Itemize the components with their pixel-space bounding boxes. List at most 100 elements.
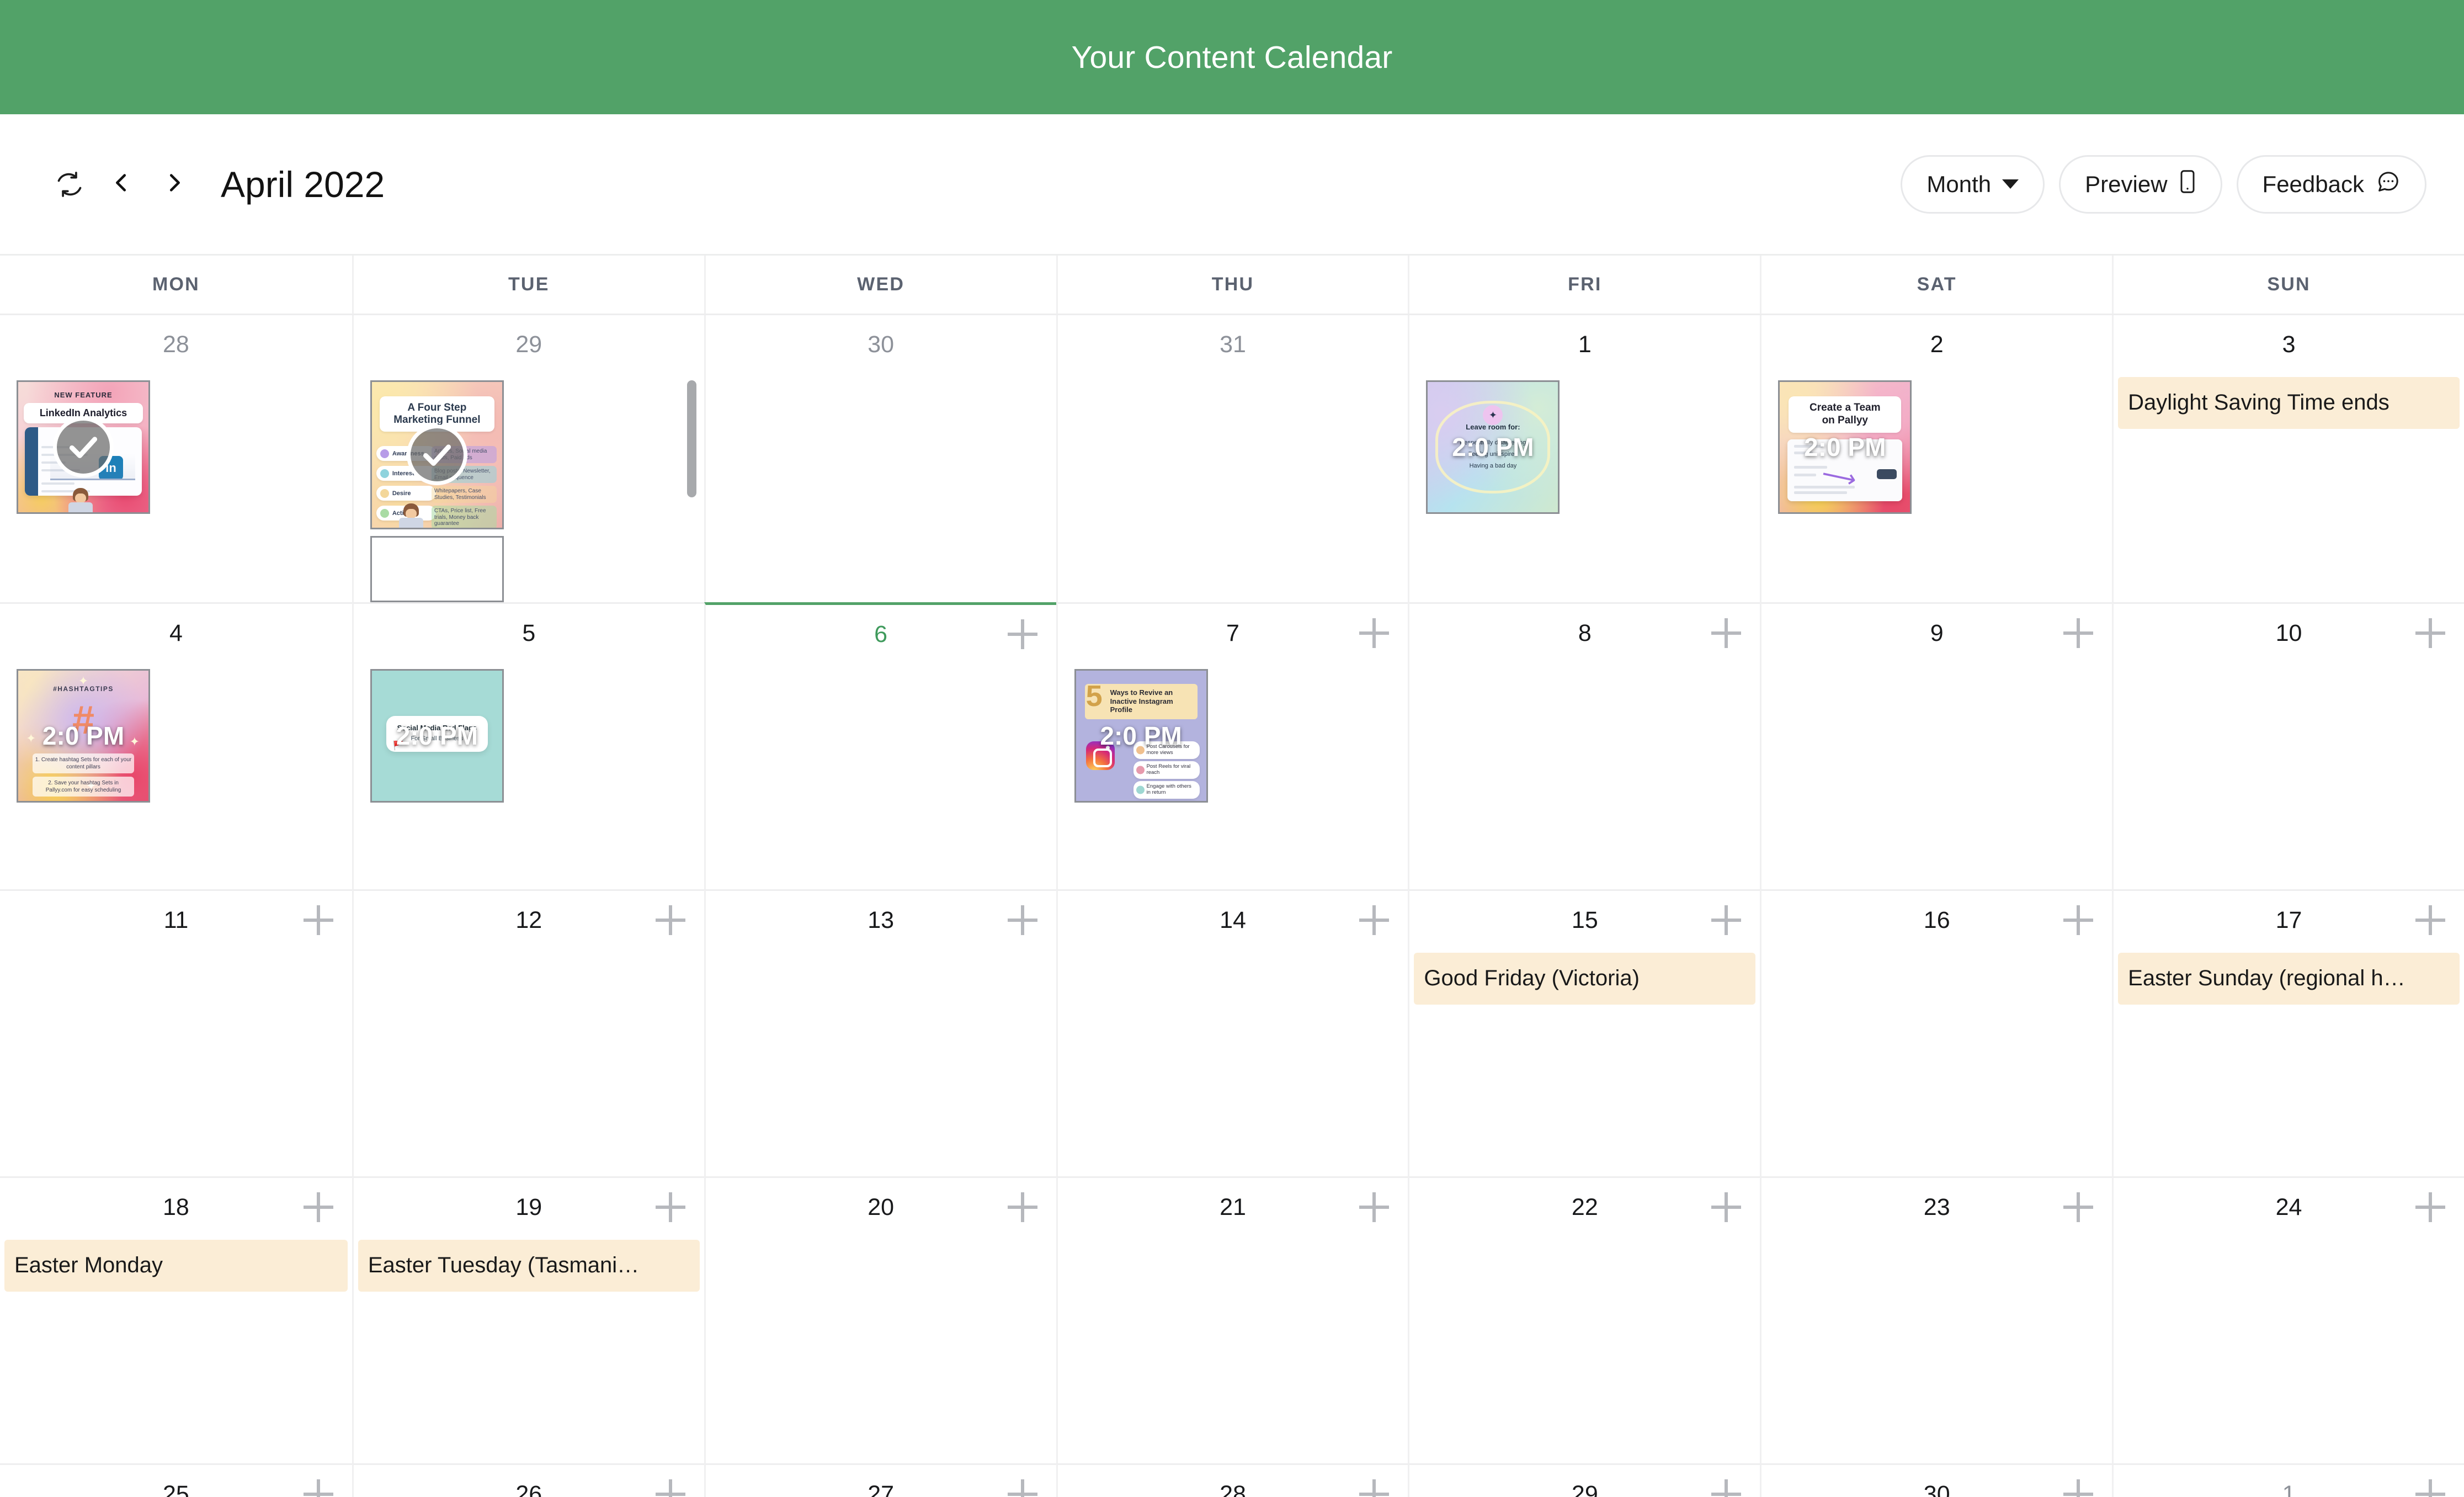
calendar-day-cell[interactable]: 3 Daylight Saving Time ends — [2112, 315, 2464, 602]
calendar-day-cell[interactable]: 28 — [1056, 1463, 1408, 1497]
published-check-badge — [406, 424, 467, 485]
holiday-event-chip[interactable]: Easter Sunday (regional h… — [2118, 953, 2460, 1005]
calendar-day-cell[interactable]: 24 — [2112, 1176, 2464, 1463]
add-post-icon[interactable] — [1359, 1192, 1390, 1222]
day-cell-scrollbar[interactable] — [686, 380, 696, 497]
preview-button[interactable]: Preview — [2059, 155, 2222, 214]
calendar-day-cell[interactable]: 17 Easter Sunday (regional h… — [2112, 889, 2464, 1176]
calendar-day-cell[interactable]: 8 — [1408, 602, 1760, 889]
scheduled-post-thumbnail[interactable]: A Four StepMarketing FunnelAwarenessArti… — [370, 380, 504, 529]
scheduled-post-thumbnail[interactable]: NEW FEATURELinkedIn Analyticsin — [17, 380, 150, 514]
add-post-icon[interactable] — [655, 1192, 685, 1222]
calendar-day-cell[interactable]: 18 Easter Monday — [0, 1176, 352, 1463]
calendar-day-cell[interactable]: 31 — [1056, 315, 1408, 602]
calendar-day-cell[interactable]: 15 Good Friday (Victoria) — [1408, 889, 1760, 1176]
add-post-icon[interactable] — [1711, 618, 1742, 648]
calendar-day-cell[interactable]: 5 Social Media Red Flags For Small Busines… — [352, 602, 704, 889]
day-cell-body: A Four StepMarketing FunnelAwarenessArti… — [354, 380, 704, 602]
calendar-day-cell[interactable]: 21 — [1056, 1176, 1408, 1463]
add-post-icon[interactable] — [1007, 1479, 1037, 1497]
scheduled-post-thumbnail[interactable]: Create a Team on Pallyy ⟶ 2:0 PM — [1778, 380, 1912, 514]
calendar-day-cell[interactable]: 1 ✦ Leave room for: Respectfully disagreein… — [1408, 315, 1760, 602]
chevron-right-icon — [162, 170, 187, 198]
next-month-button[interactable] — [148, 158, 201, 211]
add-post-icon[interactable] — [1359, 618, 1390, 648]
calendar-day-cell[interactable]: 23 — [1760, 1176, 2112, 1463]
chat-bubble-icon — [2375, 169, 2401, 200]
add-post-icon[interactable] — [1359, 905, 1390, 935]
scheduled-post-thumbnail[interactable]: Ways to Revive an Inactive Instagram Pro… — [1074, 669, 1208, 803]
calendar-day-cell[interactable]: 7 Ways to Revive an Inactive Instagram Pr… — [1056, 602, 1408, 889]
holiday-event-chip[interactable]: Easter Tuesday (Tasmani… — [358, 1240, 700, 1292]
day-number: 26 — [515, 1480, 542, 1497]
view-mode-select[interactable]: Month — [1901, 155, 2045, 214]
calendar-day-cell[interactable]: 28 NEW FEATURELinkedIn Analyticsin — [0, 315, 352, 602]
add-post-icon[interactable] — [2063, 905, 2094, 935]
scheduled-post-placeholder[interactable] — [370, 536, 504, 602]
holiday-event-chip[interactable]: Easter Monday — [4, 1240, 348, 1292]
add-post-icon[interactable] — [1359, 1479, 1390, 1497]
add-post-icon[interactable] — [2063, 618, 2094, 648]
add-post-icon[interactable] — [303, 1192, 333, 1222]
calendar-day-cell[interactable]: 16 — [1760, 889, 2112, 1176]
add-post-icon[interactable] — [2415, 1192, 2445, 1222]
calendar-day-cell[interactable]: 27 — [704, 1463, 1056, 1497]
add-post-icon[interactable] — [2415, 1479, 2445, 1497]
calendar-day-cell[interactable]: 22 — [1408, 1176, 1760, 1463]
day-number: 4 — [169, 619, 183, 646]
add-post-icon[interactable] — [1007, 905, 1037, 935]
add-post-icon[interactable] — [2063, 1479, 2094, 1497]
day-cell-header: 13 — [706, 891, 1056, 949]
calendar-day-cell[interactable]: 30 — [1760, 1463, 2112, 1497]
calendar-day-cell[interactable]: 20 — [704, 1176, 1056, 1463]
add-post-icon[interactable] — [1711, 1479, 1742, 1497]
day-number: 25 — [163, 1480, 189, 1497]
funnel-step: Desire Whitepapers, Case Studies, Testimo… — [376, 486, 498, 503]
calendar-day-cell[interactable]: 25ANZAC Day — [0, 1463, 352, 1497]
calendar-day-cell[interactable]: 19 Easter Tuesday (Tasmani… — [352, 1176, 704, 1463]
calendar-day-cell[interactable]: 6 — [704, 602, 1056, 889]
calendar-day-cell[interactable]: 10 — [2112, 602, 2464, 889]
calendar-day-cell[interactable]: 4 ✦✦✦✦#HASHTAGTIPS#1. Create hashtag Sets… — [0, 602, 352, 889]
day-number: 22 — [1571, 1193, 1598, 1220]
weekday-header-fri: FRI — [1408, 256, 1760, 314]
calendar-day-cell[interactable]: 14 — [1056, 889, 1408, 1176]
holiday-event-chip[interactable]: Good Friday (Victoria) — [1414, 953, 1756, 1005]
calendar-day-cell[interactable]: 2 Create a Team on Pallyy ⟶ 2:0 PM — [1760, 315, 2112, 602]
add-post-icon[interactable] — [655, 1479, 685, 1497]
add-post-icon[interactable] — [2415, 618, 2445, 648]
scheduled-post-thumbnail[interactable]: Social Media Red Flags For Small Business… — [370, 669, 504, 803]
day-cell-header: 26 — [354, 1465, 704, 1497]
calendar-day-cell[interactable]: 11 — [0, 889, 352, 1176]
day-number: 17 — [2275, 906, 2302, 933]
add-post-icon[interactable] — [1711, 905, 1742, 935]
add-post-icon[interactable] — [1007, 1192, 1037, 1222]
day-cell-body: ✦✦✦✦#HASHTAGTIPS#1. Create hashtag Sets … — [0, 669, 352, 803]
add-post-icon[interactable] — [1711, 1192, 1742, 1222]
add-post-icon[interactable] — [655, 905, 685, 935]
day-cell-header: 28 — [0, 315, 352, 374]
previous-month-button[interactable] — [95, 158, 148, 211]
scheduled-post-thumbnail[interactable]: ✦✦✦✦#HASHTAGTIPS#1. Create hashtag Sets … — [17, 669, 150, 803]
holiday-event-chip[interactable]: Daylight Saving Time ends — [2118, 377, 2460, 429]
calendar-day-cell[interactable]: 29 A Four StepMarketing FunnelAwarenessAr… — [352, 315, 704, 602]
feedback-button[interactable]: Feedback — [2236, 155, 2426, 214]
calendar-day-cell[interactable]: 26 — [352, 1463, 704, 1497]
funnel-step: Action CTAs, Price list, Free trials, Mon… — [376, 506, 498, 528]
calendar-day-cell[interactable]: 13 — [704, 889, 1056, 1176]
scheduled-post-thumbnail[interactable]: ✦ Leave room for: Respectfully disagreeing… — [1426, 380, 1560, 514]
day-cell-body: Easter Monday — [0, 1240, 352, 1292]
calendar-day-cell[interactable]: 29 — [1408, 1463, 1760, 1497]
calendar-day-cell[interactable]: 12 — [352, 889, 704, 1176]
day-number: 6 — [874, 620, 888, 647]
add-post-icon[interactable] — [303, 1479, 333, 1497]
refresh-button[interactable] — [44, 159, 95, 210]
add-post-icon[interactable] — [1007, 619, 1037, 649]
calendar-day-cell[interactable]: 9 — [1760, 602, 2112, 889]
add-post-icon[interactable] — [303, 905, 333, 935]
calendar-day-cell[interactable]: 30 — [704, 315, 1056, 602]
day-cell-header: 1 — [2114, 1465, 2464, 1497]
add-post-icon[interactable] — [2415, 905, 2445, 935]
add-post-icon[interactable] — [2063, 1192, 2094, 1222]
calendar-day-cell[interactable]: 1 — [2112, 1463, 2464, 1497]
